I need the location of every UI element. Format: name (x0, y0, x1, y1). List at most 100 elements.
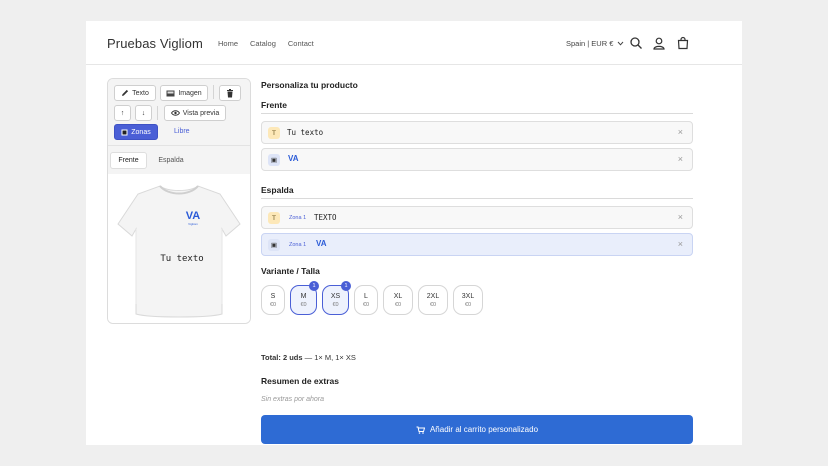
nav-home[interactable]: Home (218, 39, 238, 48)
size-option-l[interactable]: L €0 (354, 285, 378, 315)
move-down-label: ↓ (141, 109, 146, 117)
square-icon (121, 129, 128, 135)
search-icon[interactable] (629, 36, 643, 50)
size-price: €0 (429, 301, 437, 308)
size-option-s[interactable]: S €0 (261, 285, 285, 315)
text-layer-icon: T (268, 212, 280, 224)
size-option-3xl[interactable]: 3XL €0 (453, 285, 483, 315)
toolbar-divider (213, 85, 214, 99)
preview-logo-sub: Vigliom (188, 222, 198, 226)
locale-label: Spain | EUR € (566, 39, 614, 48)
layer-back-image[interactable]: ▣ Zona 1 VA × (261, 233, 693, 256)
layer-logo-thumb: VA (288, 154, 299, 163)
variant-heading: Variante / Talla (261, 266, 320, 276)
brand-name[interactable]: Pruebas Vigliom (107, 36, 203, 51)
tab-back[interactable]: Espalda (152, 152, 190, 169)
image-layer-icon: ▣ (268, 239, 280, 251)
preview-button[interactable]: Vista previa (164, 105, 226, 121)
preview-text[interactable]: Tu texto (160, 254, 203, 264)
zone-label: Zona 1 (289, 242, 307, 248)
chevron-down-icon (618, 41, 624, 46)
add-to-cart-label: Añadir al carrito personalizado (429, 425, 539, 434)
image-icon (166, 90, 175, 96)
layer-logo-thumb: VA (316, 239, 327, 248)
main-nav: Home Catalog Contact (218, 39, 314, 48)
account-icon[interactable] (652, 36, 666, 50)
free-mode-button[interactable]: Libre (174, 128, 190, 135)
design-editor: Texto Imagen ↑ ↓ Vista previa Zonas Libr… (107, 78, 251, 324)
size-name: 3XL (461, 292, 475, 300)
size-name: M (300, 292, 307, 300)
extras-heading: Resumen de extras (261, 376, 339, 386)
image-layer-icon: ▣ (268, 154, 280, 166)
preview-logo-mark: VA (186, 210, 201, 222)
front-heading: Frente (261, 100, 287, 110)
cart-icon[interactable] (676, 36, 690, 50)
layer-text: Tu texto (287, 128, 324, 137)
pencil-icon (122, 89, 129, 96)
move-up-label: ↑ (120, 109, 125, 117)
nav-catalog[interactable]: Catalog (250, 39, 276, 48)
front-divider (261, 113, 693, 114)
add-text-label: Texto (132, 89, 149, 97)
store-page: Pruebas Vigliom Home Catalog Contact Spa… (86, 21, 742, 445)
toolbar-divider (157, 106, 158, 120)
tshirt-mockup: VA Vigliom Tu texto (117, 185, 241, 318)
tab-front[interactable]: Frente (110, 152, 147, 169)
nav-contact[interactable]: Contact (288, 39, 314, 48)
size-selector: S €0 1 M €0 1 XS €0 L €0 XL €0 2XL €0 3X… (261, 281, 483, 315)
site-header: Pruebas Vigliom Home Catalog Contact Spa… (86, 21, 742, 65)
size-name: 2XL (426, 292, 440, 300)
layer-front-image[interactable]: ▣ VA × (261, 148, 693, 171)
zones-label: Zonas (131, 128, 151, 136)
extras-empty-text: Sin extras por ahora (261, 396, 325, 403)
close-icon[interactable]: × (678, 154, 683, 164)
move-down-button[interactable]: ↓ (135, 105, 152, 121)
delete-button[interactable] (219, 85, 241, 101)
size-option-xl[interactable]: XL €0 (383, 285, 413, 315)
size-price: €0 (464, 301, 472, 308)
close-icon[interactable]: × (678, 239, 683, 249)
move-up-button[interactable]: ↑ (114, 105, 131, 121)
preview-label: Vista previa (182, 109, 220, 117)
cart-icon (416, 426, 425, 434)
text-layer-icon: T (268, 127, 280, 139)
size-price: €0 (300, 301, 307, 308)
size-name: L (364, 292, 368, 300)
size-price: €0 (269, 301, 277, 308)
side-tabs: Frente Espalda (108, 146, 250, 174)
add-text-button[interactable]: Texto (114, 85, 156, 101)
size-option-xs[interactable]: 1 XS €0 (322, 281, 351, 315)
total-breakdown: — 1× M, 1× XS (302, 353, 356, 362)
total-count: Total: 2 uds (261, 353, 303, 362)
zones-button[interactable]: Zonas (114, 124, 158, 140)
close-icon[interactable]: × (678, 212, 683, 222)
panel-title: Personaliza tu producto (261, 80, 358, 90)
close-icon[interactable]: × (678, 127, 683, 137)
layer-back-text[interactable]: T Zona 1 TEXTO × (261, 206, 693, 229)
trash-icon (227, 88, 233, 97)
layer-front-text[interactable]: T Tu texto × (261, 121, 693, 144)
size-name: XL (393, 292, 403, 300)
size-option-2xl[interactable]: 2XL €0 (418, 285, 448, 315)
back-heading: Espalda (261, 185, 294, 195)
zone-label: Zona 1 (289, 215, 307, 221)
size-option-m[interactable]: 1 M €0 (290, 281, 319, 315)
quantity-badge: 1 (341, 281, 351, 291)
size-name: S (270, 292, 276, 300)
eye-icon (170, 110, 180, 116)
size-name: XS (330, 292, 341, 300)
quantity-badge: 1 (309, 281, 319, 291)
locale-selector[interactable]: Spain | EUR € (566, 39, 624, 48)
size-price: €0 (332, 301, 339, 308)
add-image-button[interactable]: Imagen (160, 85, 208, 101)
order-total: Total: 2 uds — 1× M, 1× XS (261, 353, 356, 362)
layer-text: TEXTO (314, 213, 337, 222)
back-divider (261, 198, 693, 199)
product-preview[interactable]: VA Vigliom Tu texto (108, 174, 250, 323)
add-to-cart-button[interactable]: Añadir al carrito personalizado (261, 415, 693, 444)
editor-toolbar: Texto Imagen ↑ ↓ Vista previa Zonas Libr… (108, 79, 250, 146)
size-price: €0 (362, 301, 370, 308)
add-image-label: Imagen (178, 89, 202, 97)
size-price: €0 (394, 301, 402, 308)
